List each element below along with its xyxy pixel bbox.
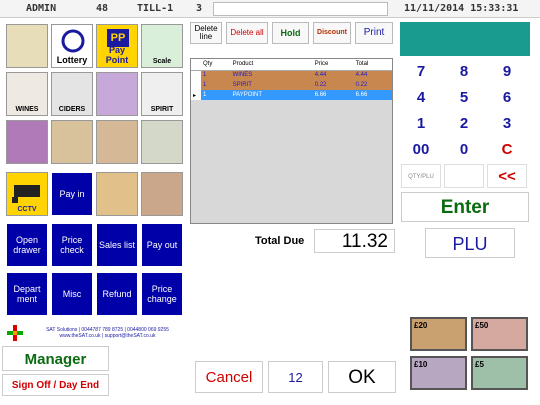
print-button[interactable]: Print	[355, 22, 393, 44]
key-5[interactable]: 5	[444, 86, 484, 110]
tile-label: CCTV	[17, 206, 37, 213]
total-due-value: 11.32	[314, 229, 395, 253]
basket-row[interactable]: 1 SPIRIT 0.22 0.22	[191, 80, 392, 90]
tile-wines[interactable]: WINES	[6, 72, 48, 116]
hold-button[interactable]: Hold	[272, 22, 309, 44]
tile-lottery[interactable]: Lottery	[51, 24, 93, 68]
manager-button[interactable]: Manager	[2, 346, 109, 371]
key-9[interactable]: 9	[487, 60, 527, 84]
tile-shop[interactable]	[96, 120, 138, 164]
user-name: ADMIN	[26, 3, 57, 14]
pointer-header	[191, 59, 201, 71]
key-4[interactable]: 4	[401, 86, 441, 110]
tile-cctv[interactable]: CCTV	[6, 172, 48, 216]
product-header: Product	[230, 59, 313, 71]
sales-list-button[interactable]: Sales list	[96, 223, 138, 267]
tile-label: Scale	[152, 58, 172, 65]
row-total: 4.44	[353, 70, 392, 80]
till-name: TILL-1	[137, 3, 174, 14]
row-total: 6.66	[353, 90, 392, 100]
qty-display[interactable]: 12	[268, 361, 323, 393]
tile-ciders[interactable]: CIDERS	[51, 72, 93, 116]
key-blank[interactable]	[444, 164, 484, 188]
key-qty-plu[interactable]: QTY/PLU	[401, 164, 441, 188]
enter-button[interactable]: Enter	[401, 192, 529, 222]
plu-button[interactable]: PLU	[425, 228, 515, 258]
key-7[interactable]: 7	[401, 60, 441, 84]
tile-bread[interactable]	[96, 172, 138, 216]
user-number: 48	[96, 3, 109, 14]
message-box	[213, 2, 388, 16]
company-web: www.theSAT.co.uk | support@theSAT.co.uk	[59, 333, 156, 339]
pay-out-button[interactable]: Pay out	[141, 223, 183, 267]
company-info: SAT Solutions | 0044787 789 8725 | 00448…	[30, 327, 185, 339]
row-price: 0.22	[312, 80, 354, 90]
total-header: Total	[353, 59, 392, 71]
tile-label: SPIRIT	[150, 106, 174, 113]
row-product: PAYPOINT	[230, 90, 313, 100]
transaction-count: 3	[196, 3, 203, 14]
key-00[interactable]: 00	[401, 138, 441, 162]
row-pointer-icon: ▸	[191, 90, 201, 100]
tile-label: CIDERS	[58, 106, 86, 113]
key-0[interactable]: 0	[444, 138, 484, 162]
status-bar: ADMIN 48 TILL-1 3 11/11/2014 15:33:31	[0, 0, 540, 18]
display-panel	[400, 22, 530, 56]
tile-cash[interactable]	[6, 24, 48, 68]
price-change-button[interactable]: Price change	[141, 272, 183, 316]
company-logo-icon	[6, 324, 24, 342]
note-10-button[interactable]: £10	[410, 356, 467, 390]
key-clear[interactable]: C	[487, 138, 527, 162]
basket-row-selected[interactable]: ▸ 1 PAYPOINT 6.66 6.66	[191, 90, 392, 100]
tile-tools[interactable]	[96, 72, 138, 116]
tile-paypoint[interactable]: PP Pay Point	[96, 24, 138, 68]
delete-line-button[interactable]: Delete line	[190, 22, 222, 44]
row-product: SPIRIT	[230, 80, 313, 90]
key-8[interactable]: 8	[444, 60, 484, 84]
tile-food[interactable]	[141, 120, 183, 164]
tile-label: Pay Point	[105, 45, 129, 65]
row-qty: 1	[201, 80, 231, 90]
misc-button[interactable]: Misc	[51, 272, 93, 316]
row-pointer	[191, 80, 201, 90]
row-total: 0.22	[353, 80, 392, 90]
cancel-button[interactable]: Cancel	[195, 361, 263, 393]
tile-scale[interactable]: Scale	[141, 24, 183, 68]
row-product: WINES	[230, 70, 313, 80]
datetime: 11/11/2014 15:33:31	[404, 3, 519, 14]
basket-grid[interactable]: Qty Product Price Total 1 WINES 4.44 4.4…	[190, 58, 393, 224]
tile-sweets[interactable]	[141, 172, 183, 216]
sign-off-button[interactable]: Sign Off / Day End	[2, 374, 109, 396]
basket-row[interactable]: 1 WINES 4.44 4.44	[191, 70, 392, 80]
tile-fruit[interactable]	[6, 120, 48, 164]
open-drawer-button[interactable]: Open drawer	[6, 223, 48, 267]
note-5-button[interactable]: £5	[471, 356, 528, 390]
delete-all-button[interactable]: Delete all	[226, 22, 268, 44]
price-header: Price	[312, 59, 354, 71]
key-backspace[interactable]: <<	[487, 164, 527, 188]
tile-grocery[interactable]	[51, 120, 93, 164]
row-price: 6.66	[312, 90, 354, 100]
tile-label: Lottery	[56, 55, 88, 65]
ok-button[interactable]: OK	[328, 361, 396, 393]
refund-button[interactable]: Refund	[96, 272, 138, 316]
discount-button[interactable]: Discount	[313, 22, 351, 44]
note-20-button[interactable]: £20	[410, 317, 467, 351]
tile-spirit[interactable]: SPIRIT	[141, 72, 183, 116]
price-check-button[interactable]: Price check	[51, 223, 93, 267]
row-price: 4.44	[312, 70, 354, 80]
tile-label: WINES	[15, 106, 39, 113]
row-qty: 1	[201, 90, 231, 100]
department-button[interactable]: Depart ment	[6, 272, 48, 316]
key-3[interactable]: 3	[487, 112, 527, 136]
row-qty: 1	[201, 70, 231, 80]
row-pointer	[191, 70, 201, 80]
key-1[interactable]: 1	[401, 112, 441, 136]
total-due-label: Total Due	[255, 235, 305, 247]
tile-pay-in[interactable]: Pay in	[51, 172, 93, 216]
qty-header: Qty	[201, 59, 231, 71]
note-50-button[interactable]: £50	[471, 317, 528, 351]
key-2[interactable]: 2	[444, 112, 484, 136]
key-6[interactable]: 6	[487, 86, 527, 110]
